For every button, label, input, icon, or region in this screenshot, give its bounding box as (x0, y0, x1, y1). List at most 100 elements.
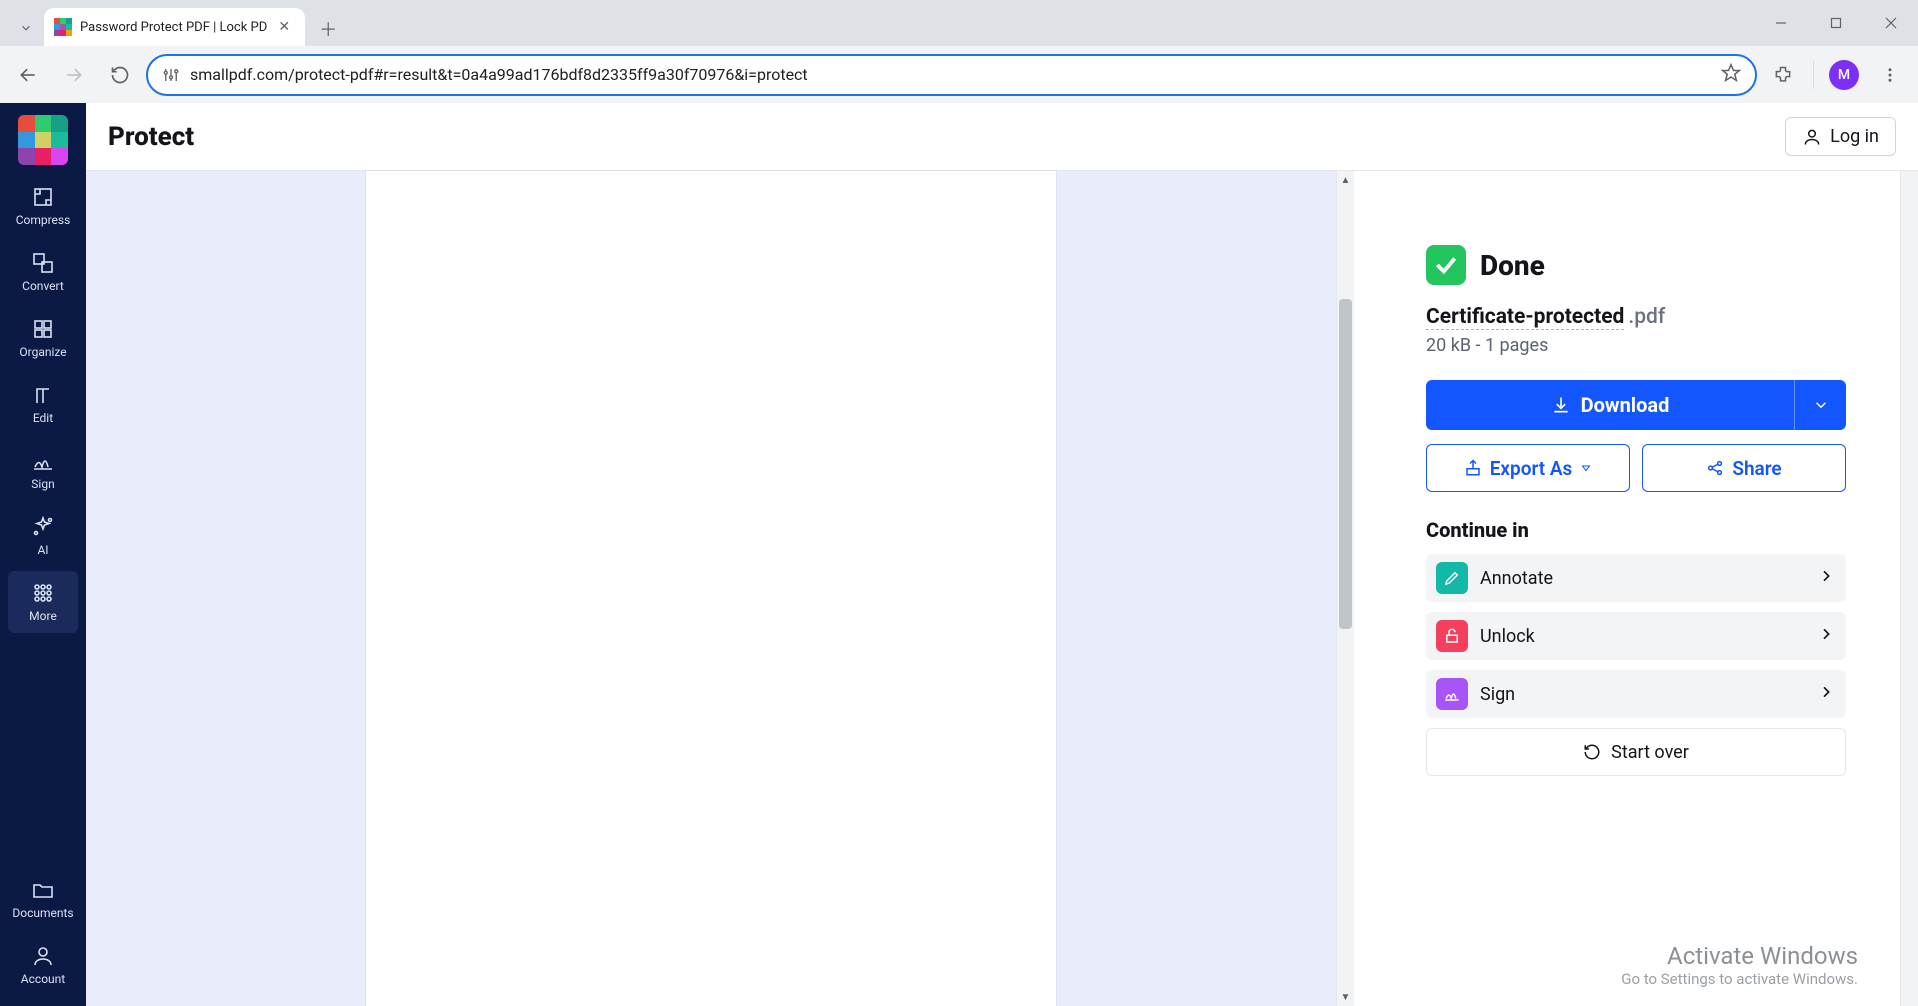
login-button[interactable]: Log in (1785, 117, 1896, 156)
continue-item-label: Unlock (1480, 626, 1806, 647)
scroll-thumb[interactable] (1339, 299, 1352, 629)
reload-button[interactable] (100, 55, 140, 95)
forward-button[interactable] (54, 55, 94, 95)
smallpdf-favicon (54, 18, 72, 36)
share-button[interactable]: Share (1642, 444, 1846, 492)
share-icon (1706, 459, 1724, 477)
sidebar-item-label: Organize (19, 345, 66, 359)
url-text: smallpdf.com/protect-pdf#r=result&t=0a4a… (190, 65, 1711, 84)
sidebar-item-ai[interactable]: AI (8, 505, 78, 567)
minimize-button[interactable] (1753, 0, 1808, 46)
login-label: Log in (1830, 126, 1879, 147)
secondary-actions-row: Export As Share (1426, 444, 1846, 492)
done-status-row: Done (1426, 245, 1846, 285)
main-split: ▲ ▼ Done Certificate-protected.pdf 20 kB… (86, 171, 1918, 1006)
profile-button[interactable]: M (1824, 55, 1864, 95)
file-meta: 20 kB - 1 pages (1426, 335, 1846, 356)
scroll-down-icon[interactable]: ▼ (1341, 988, 1351, 1006)
close-tab-icon[interactable]: ✕ (275, 18, 293, 36)
caret-down-icon (1580, 462, 1592, 474)
pdf-page[interactable] (366, 171, 1056, 1006)
sidebar-item-account[interactable]: Account (8, 934, 78, 996)
done-label: Done (1480, 249, 1545, 282)
sidebar-item-label: Account (21, 972, 65, 986)
organize-icon (31, 317, 55, 341)
restart-icon (1583, 743, 1601, 761)
toolbar-separator (1813, 61, 1814, 89)
panel-scrollbar[interactable] (1900, 171, 1918, 1006)
sidebar-item-compress[interactable]: Compress (8, 175, 78, 237)
close-window-button[interactable] (1863, 0, 1918, 46)
sidebar-item-label: Compress (16, 213, 71, 227)
export-as-button[interactable]: Export As (1426, 444, 1630, 492)
window-controls (1753, 0, 1918, 46)
continue-item-annotate[interactable]: Annotate (1426, 554, 1846, 602)
grid-icon (31, 581, 55, 605)
sidebar-item-documents[interactable]: Documents (8, 868, 78, 930)
filename-row[interactable]: Certificate-protected.pdf (1426, 305, 1846, 329)
continue-item-sign[interactable]: Sign (1426, 670, 1846, 718)
site-settings-icon[interactable] (162, 66, 180, 84)
sidebar-item-sign[interactable]: Sign (8, 439, 78, 501)
app-header: Protect Log in (86, 103, 1918, 171)
browser-toolbar: smallpdf.com/protect-pdf#r=result&t=0a4a… (0, 46, 1918, 103)
avatar-initial: M (1829, 60, 1859, 90)
tab-title: Password Protect PDF | Lock PD (80, 20, 267, 35)
sidebar-item-label: Sign (31, 477, 54, 491)
pdf-preview-area (86, 171, 1336, 1006)
sign-icon (31, 449, 55, 473)
back-button[interactable] (8, 55, 48, 95)
scroll-track[interactable] (1337, 189, 1354, 988)
edit-icon (31, 383, 55, 407)
sidebar-item-convert[interactable]: Convert (8, 241, 78, 303)
download-label: Download (1581, 393, 1670, 417)
annotate-icon (1436, 562, 1468, 594)
scroll-up-icon[interactable]: ▲ (1341, 171, 1351, 189)
compress-icon (31, 185, 55, 209)
address-bar[interactable]: smallpdf.com/protect-pdf#r=result&t=0a4a… (146, 54, 1757, 96)
export-label: Export As (1490, 457, 1573, 480)
app-root: Compress Convert Organize Edit Sign AI M… (0, 103, 1918, 1006)
sidebar-item-label: More (29, 609, 57, 623)
chevron-right-icon (1818, 568, 1834, 588)
download-icon (1551, 395, 1571, 415)
start-over-label: Start over (1611, 742, 1689, 763)
download-options-button[interactable] (1794, 380, 1846, 430)
browser-tab[interactable]: Password Protect PDF | Lock PD ✕ (44, 8, 305, 46)
download-group: Download (1426, 380, 1846, 430)
chevron-right-icon (1818, 684, 1834, 704)
chevron-right-icon (1818, 626, 1834, 646)
continue-item-label: Sign (1480, 684, 1806, 705)
continue-item-label: Annotate (1480, 568, 1806, 589)
maximize-button[interactable] (1808, 0, 1863, 46)
share-label: Share (1732, 457, 1781, 480)
export-icon (1464, 459, 1482, 477)
account-icon (31, 944, 55, 968)
convert-icon (31, 251, 55, 275)
sidebar-item-edit[interactable]: Edit (8, 373, 78, 435)
filename-base: Certificate-protected (1426, 305, 1624, 330)
sidebar-item-label: Convert (22, 279, 64, 293)
filename-ext: .pdf (1628, 305, 1665, 329)
unlock-icon (1436, 620, 1468, 652)
sidebar-item-more[interactable]: More (8, 571, 78, 633)
chrome-menu-button[interactable] (1870, 55, 1910, 95)
sign-icon (1436, 678, 1468, 710)
start-over-button[interactable]: Start over (1426, 728, 1846, 776)
download-button[interactable]: Download (1426, 380, 1794, 430)
preview-scrollbar[interactable]: ▲ ▼ (1336, 171, 1354, 1006)
sidebar-item-organize[interactable]: Organize (8, 307, 78, 369)
success-check-icon (1426, 245, 1466, 285)
browser-chrome: Password Protect PDF | Lock PD ✕ ＋ small… (0, 0, 1918, 103)
continue-heading: Continue in (1426, 518, 1846, 542)
sidebar-item-label: AI (37, 543, 48, 557)
tab-strip: Password Protect PDF | Lock PD ✕ ＋ (0, 0, 1918, 46)
continue-item-unlock[interactable]: Unlock (1426, 612, 1846, 660)
content-area: Protect Log in ▲ ▼ Done (86, 103, 1918, 1006)
result-panel: Done Certificate-protected.pdf 20 kB - 1… (1354, 171, 1918, 1006)
brand-logo[interactable] (18, 115, 68, 165)
extensions-button[interactable] (1763, 55, 1803, 95)
tabs-dropdown-button[interactable] (8, 10, 44, 46)
new-tab-button[interactable]: ＋ (311, 12, 345, 46)
bookmark-star-icon[interactable] (1721, 63, 1741, 87)
